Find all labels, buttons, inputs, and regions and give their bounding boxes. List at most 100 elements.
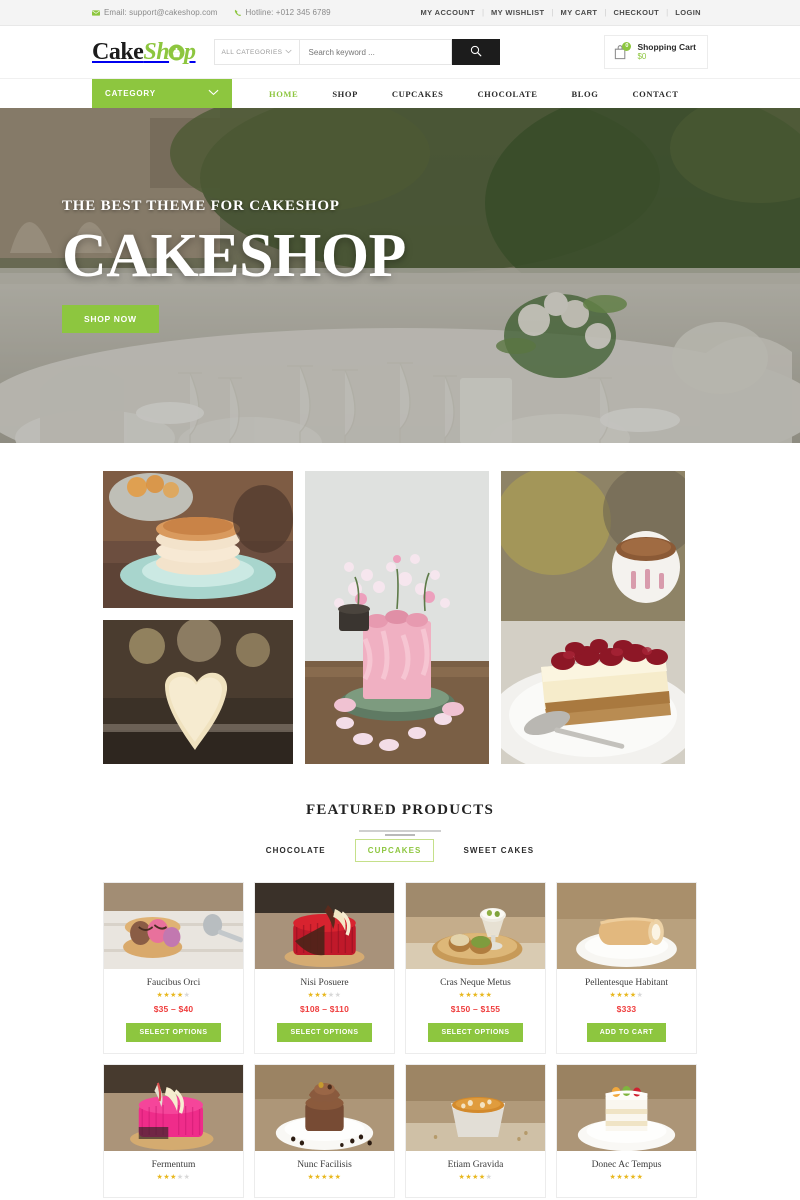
product-card[interactable]: Donec Ac Tempus ★★★★★ <box>556 1064 697 1198</box>
product-action-button[interactable]: ADD TO CART <box>586 1023 667 1042</box>
gallery-image-heart-cookie[interactable] <box>103 620 293 764</box>
featured-products-section: FEATURED PRODUCTS CHOCOLATE CUPCAKES SWE… <box>0 764 800 862</box>
product-info: Pellentesque Habitant ★★★★★ $333 ADD TO CAR… <box>557 969 696 1053</box>
product-price: $108 – $110 <box>300 1004 349 1014</box>
nav-item-cupcakes[interactable]: CUPCAKES <box>375 89 461 99</box>
top-link-my-account[interactable]: MY ACCOUNT <box>414 8 482 17</box>
product-name: Nunc Facilisis <box>297 1160 352 1170</box>
shop-now-button[interactable]: SHOP NOW <box>62 305 159 334</box>
star-icon: ★ <box>629 1174 637 1181</box>
product-image[interactable] <box>557 1065 696 1151</box>
phone-icon <box>234 9 242 17</box>
star-icon: ★ <box>327 1174 335 1181</box>
star-icon: ★ <box>472 1174 479 1181</box>
nav-item-shop[interactable]: SHOP <box>315 89 375 99</box>
site-logo[interactable]: Cake Sh p <box>92 39 196 66</box>
chevron-down-icon <box>208 89 219 98</box>
cart-total: $0 <box>637 52 647 62</box>
top-link-checkout[interactable]: CHECKOUT <box>606 8 666 17</box>
product-info: Cras Neque Metus ★★★★★ $150 – $155 SELECT O… <box>406 969 545 1053</box>
category-select[interactable]: ALL CATEGORIES <box>213 39 300 65</box>
top-bar-links: MY ACCOUNT | MY WISHLIST | MY CART | CHE… <box>414 8 708 17</box>
featured-tabs: CHOCOLATE CUPCAKES SWEET CAKES <box>0 839 800 862</box>
logo-text-sh: Sh <box>143 38 170 65</box>
star-icon: ★ <box>183 1174 191 1181</box>
hero-content: THE BEST THEME FOR CAKESHOP CAKESHOP SHO… <box>62 198 406 334</box>
category-select-value: ALL CATEGORIES <box>221 48 283 56</box>
category-menu-label: CATEGORY <box>105 89 156 98</box>
search-button[interactable] <box>451 39 500 65</box>
product-info: Etiam Gravida ★★★★★ <box>406 1151 545 1197</box>
search-icon <box>470 45 482 60</box>
product-rating: ★★★★★ <box>412 1174 539 1181</box>
category-menu-button[interactable]: CATEGORY <box>92 79 232 108</box>
star-icon: ★ <box>334 992 342 999</box>
product-image[interactable] <box>104 1065 243 1151</box>
product-card[interactable]: Nisi Posuere ★★★★★ $108 – $110 SELECT OPTIO… <box>254 882 395 1054</box>
product-grid: Faucibus Orci ★★★★★ $35 – $40 SELECT OPTION… <box>0 862 800 1198</box>
star-icon: ★ <box>629 992 637 999</box>
logo-text-p: p <box>184 38 196 65</box>
product-name: Fermentum <box>151 1160 196 1170</box>
nav-item-chocolate[interactable]: CHOCOLATE <box>460 89 554 99</box>
gallery-image-cherry-cheesecake[interactable] <box>501 471 685 764</box>
search-bar: ALL CATEGORIES <box>213 39 500 65</box>
product-info: Donec Ac Tempus ★★★★★ <box>557 1151 696 1197</box>
star-icon: ★ <box>636 1174 644 1181</box>
product-card[interactable]: Fermentum ★★★★★ <box>103 1064 244 1198</box>
hotline-text: Hotline: +012 345 6789 <box>245 8 331 17</box>
hero-banner: THE BEST THEME FOR CAKESHOP CAKESHOP SHO… <box>0 108 800 443</box>
cupcake-icon <box>168 44 185 61</box>
product-rating: ★★★★★ <box>412 992 539 999</box>
product-info: Faucibus Orci ★★★★★ $35 – $40 SELECT OPTION… <box>104 969 243 1053</box>
shopping-cart-widget[interactable]: 0 Shopping Cart $0 <box>604 35 708 69</box>
top-link-my-wishlist[interactable]: MY WISHLIST <box>484 8 551 17</box>
logo-text-cake: Cake <box>92 38 144 65</box>
page-root: Email: support@cakeshop.com Hotline: +01… <box>0 0 800 1198</box>
product-card[interactable]: Cras Neque Metus ★★★★★ $150 – $155 SELECT O… <box>405 882 546 1054</box>
nav-item-home[interactable]: HOME <box>252 89 315 99</box>
star-icon: ★ <box>183 992 191 999</box>
hero-subtitle: THE BEST THEME FOR CAKESHOP <box>62 198 340 214</box>
star-icon: ★ <box>478 992 486 999</box>
search-input[interactable] <box>299 39 452 65</box>
product-name: Pellentesque Habitant <box>584 978 669 988</box>
product-image[interactable] <box>557 883 696 969</box>
product-image[interactable] <box>406 883 545 969</box>
star-icon: ★ <box>321 992 328 999</box>
nav-item-blog[interactable]: BLOG <box>554 89 615 99</box>
product-action-button[interactable]: SELECT OPTIONS <box>428 1023 523 1042</box>
product-card[interactable]: Pellentesque Habitant ★★★★★ $333 ADD TO CAR… <box>556 882 697 1054</box>
star-icon: ★ <box>327 992 335 999</box>
product-image[interactable] <box>255 1065 394 1151</box>
product-card[interactable]: Faucibus Orci ★★★★★ $35 – $40 SELECT OPTION… <box>103 882 244 1054</box>
product-name: Donec Ac Tempus <box>591 1160 662 1170</box>
tab-cupcakes[interactable]: CUPCAKES <box>354 839 435 862</box>
tab-sweet-cakes[interactable]: SWEET CAKES <box>450 839 547 862</box>
product-image[interactable] <box>406 1065 545 1151</box>
product-rating: ★★★★★ <box>110 992 237 999</box>
top-link-login[interactable]: LOGIN <box>668 8 708 17</box>
top-link-my-cart[interactable]: MY CART <box>554 8 605 17</box>
product-info: Fermentum ★★★★★ <box>104 1151 243 1197</box>
nav-item-contact[interactable]: CONTACT <box>615 89 695 99</box>
star-icon: ★ <box>334 1174 342 1181</box>
product-info: Nisi Posuere ★★★★★ $108 – $110 SELECT OPTIO… <box>255 969 394 1053</box>
product-image[interactable] <box>104 883 243 969</box>
cart-count-badge: 0 <box>622 41 632 51</box>
hero-title: CAKESHOP <box>62 222 406 290</box>
gallery-image-pink-floral-cake[interactable] <box>305 471 489 764</box>
product-card[interactable]: Etiam Gravida ★★★★★ <box>405 1064 546 1198</box>
gallery-image-pancake-stack[interactable] <box>103 471 293 608</box>
product-info: Nunc Facilisis ★★★★★ <box>255 1151 394 1197</box>
nav-links: HOME SHOP CUPCAKES CHOCOLATE BLOG CONTAC… <box>232 79 696 108</box>
product-card[interactable]: Nunc Facilisis ★★★★★ <box>254 1064 395 1198</box>
product-action-button[interactable]: SELECT OPTIONS <box>126 1023 221 1042</box>
shopping-bag-icon: 0 <box>613 41 632 61</box>
star-icon: ★ <box>485 1174 493 1181</box>
product-price: $35 – $40 <box>153 1004 194 1014</box>
tab-chocolate[interactable]: CHOCOLATE <box>253 839 339 862</box>
product-rating: ★★★★★ <box>563 1174 690 1181</box>
product-action-button[interactable]: SELECT OPTIONS <box>277 1023 372 1042</box>
product-image[interactable] <box>255 883 394 969</box>
